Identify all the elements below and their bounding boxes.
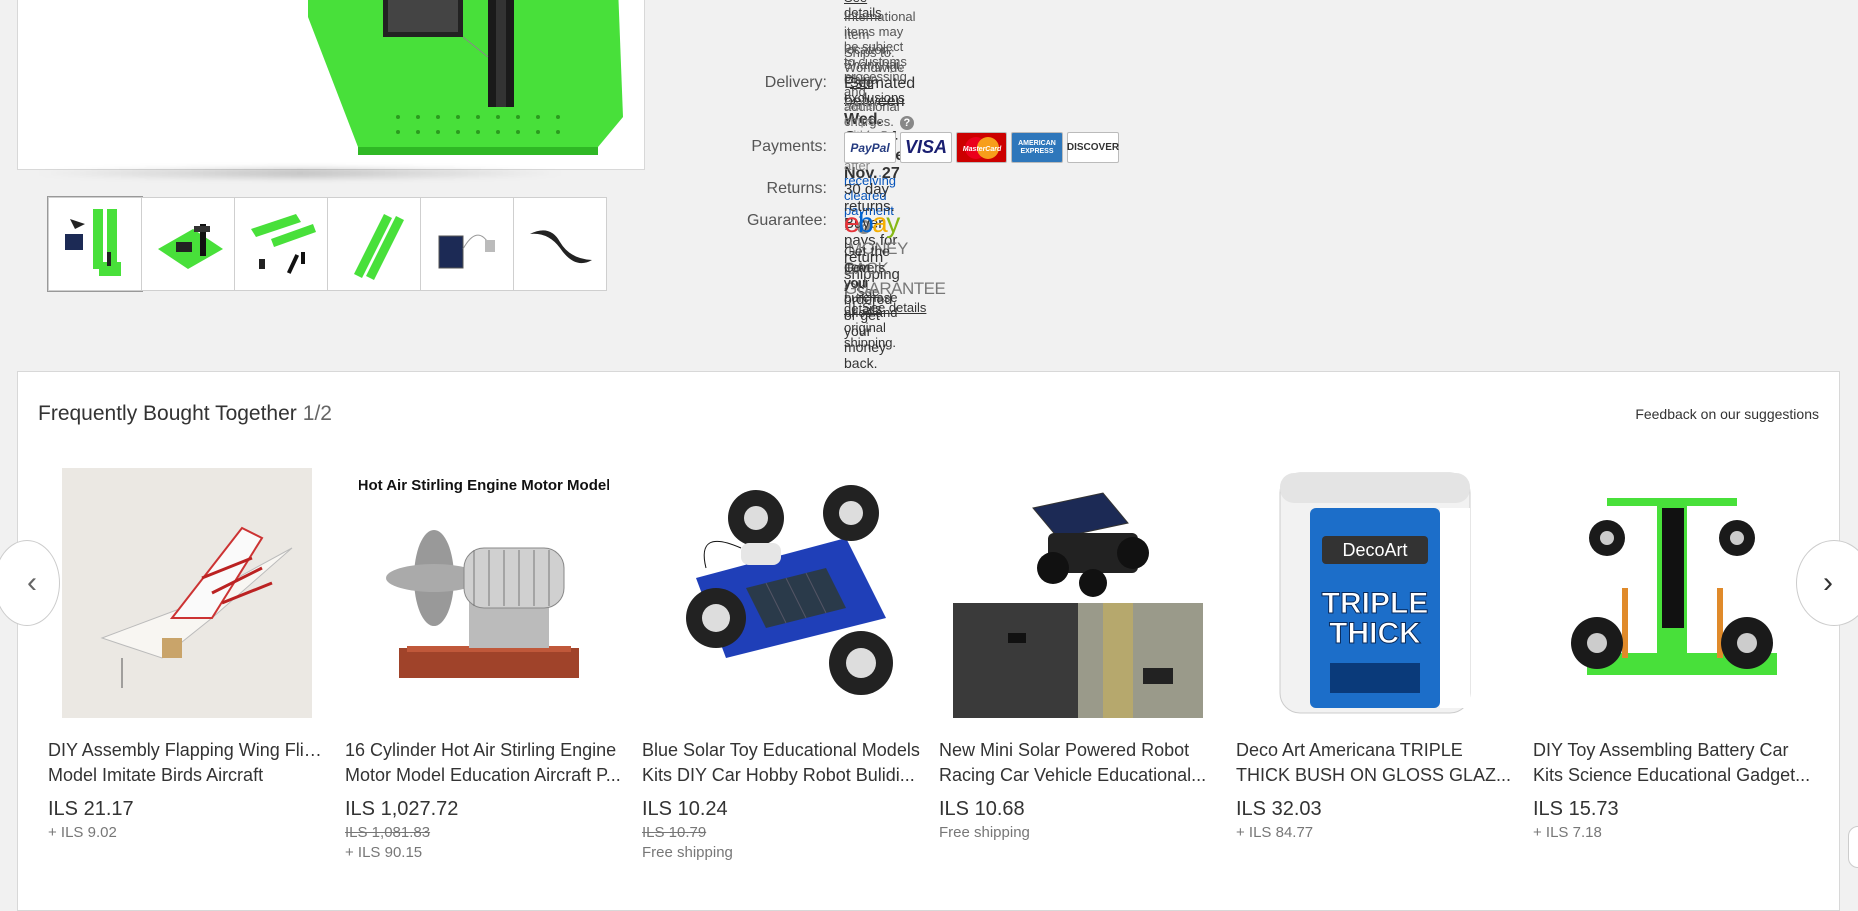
- product-original-price: ILS 10.79: [642, 824, 707, 841]
- product-title[interactable]: DIY Assembly Flapping Wing Flight Model …: [48, 738, 328, 788]
- mastercard-logo: MasterCard: [956, 132, 1007, 163]
- product-title[interactable]: Blue Solar Toy Educational Models Kits D…: [642, 738, 922, 788]
- product-title[interactable]: 16 Cylinder Hot Air Stirling Engine Moto…: [345, 738, 625, 788]
- main-product-image[interactable]: [17, 0, 645, 170]
- product-image[interactable]: Hot Air Stirling Engine Motor Model: [359, 468, 609, 718]
- product-title[interactable]: Deco Art Americana TRIPLE THICK BUSH ON …: [1236, 738, 1516, 788]
- product-image-caption: Hot Air Stirling Engine Motor Model: [359, 477, 609, 494]
- guarantee-line-2: Covers your purchase price and original …: [844, 260, 898, 350]
- delivery-label: Delivery:: [764, 74, 827, 91]
- product-price: ILS 10.68: [939, 798, 1025, 820]
- thumbnail-strip: [47, 196, 607, 292]
- product-original-price: ILS 1,081.83: [345, 824, 431, 841]
- side-feedback-tab[interactable]: [1848, 826, 1858, 868]
- thumbnail-1[interactable]: [47, 196, 143, 292]
- product-price: ILS 21.17: [48, 798, 134, 820]
- image-shadow: [30, 168, 570, 178]
- product-image[interactable]: [953, 468, 1203, 718]
- thumbnail-5[interactable]: [420, 197, 514, 291]
- thumbnail-2[interactable]: [141, 197, 235, 291]
- product-title[interactable]: New Mini Solar Powered Robot Racing Car …: [939, 738, 1219, 788]
- product-card[interactable]: Hot Air Stirling Engine Motor Model 16 C…: [345, 468, 625, 861]
- product-shipping: Free shipping: [642, 844, 733, 861]
- returns-label: Returns:: [766, 180, 827, 197]
- product-price: ILS 10.24: [642, 798, 728, 820]
- paypal-logo: PayPal: [844, 132, 896, 163]
- product-price: ILS 15.73: [1533, 798, 1619, 820]
- product-image[interactable]: [656, 468, 906, 718]
- ebay-logo: ebay: [844, 207, 900, 238]
- amex-logo: AMERICAN EXPRESS: [1011, 132, 1063, 163]
- product-title[interactable]: DIY Toy Assembling Battery Car Kits Scie…: [1533, 738, 1813, 788]
- thumbnail-4[interactable]: [327, 197, 421, 291]
- mastercard-text: MasterCard: [962, 146, 1001, 153]
- product-image[interactable]: [1547, 468, 1797, 718]
- product-image-line-1: TRIPLE: [1322, 587, 1429, 620]
- product-card[interactable]: Blue Solar Toy Educational Models Kits D…: [642, 468, 922, 861]
- product-card[interactable]: DecoArt TRIPLE THICK Deco Art Americana …: [1236, 468, 1516, 841]
- thumbnail-3[interactable]: [234, 197, 328, 291]
- product-price: ILS 1,027.72: [345, 798, 459, 820]
- thumbnail-6[interactable]: [513, 197, 607, 291]
- discover-logo: DISCOVER: [1067, 132, 1119, 163]
- product-price: ILS 32.03: [1236, 798, 1322, 820]
- product-shipping: + ILS 9.02: [48, 824, 117, 841]
- product-image-brand: DecoArt: [1342, 540, 1407, 560]
- product-image-line-2: THICK: [1329, 617, 1421, 650]
- product-shipping: + ILS 7.18: [1533, 824, 1602, 841]
- fbt-title: Frequently Bought Together 1/2: [38, 402, 332, 425]
- chevron-right-icon: ›: [1823, 566, 1833, 599]
- chevron-left-icon: ‹: [27, 566, 37, 599]
- frequently-bought-together: Frequently Bought Together 1/2 Feedback o…: [17, 371, 1840, 911]
- fbt-page-count: 1/2: [302, 402, 332, 425]
- product-shipping: Free shipping: [939, 824, 1030, 841]
- payments-label: Payments:: [751, 138, 827, 155]
- product-shipping: + ILS 84.77: [1236, 824, 1314, 841]
- feedback-link[interactable]: Feedback on our suggestions: [1635, 406, 1819, 422]
- guarantee-label: Guarantee:: [746, 212, 827, 229]
- product-image[interactable]: DecoArt TRIPLE THICK: [1250, 468, 1500, 718]
- product-image[interactable]: [62, 468, 312, 718]
- visa-logo: VISA: [900, 132, 952, 163]
- product-card[interactable]: DIY Toy Assembling Battery Car Kits Scie…: [1533, 468, 1813, 841]
- product-card[interactable]: DIY Assembly Flapping Wing Flight Model …: [48, 468, 328, 841]
- product-card[interactable]: New Mini Solar Powered Robot Racing Car …: [939, 468, 1219, 841]
- product-shipping: + ILS 90.15: [345, 844, 423, 861]
